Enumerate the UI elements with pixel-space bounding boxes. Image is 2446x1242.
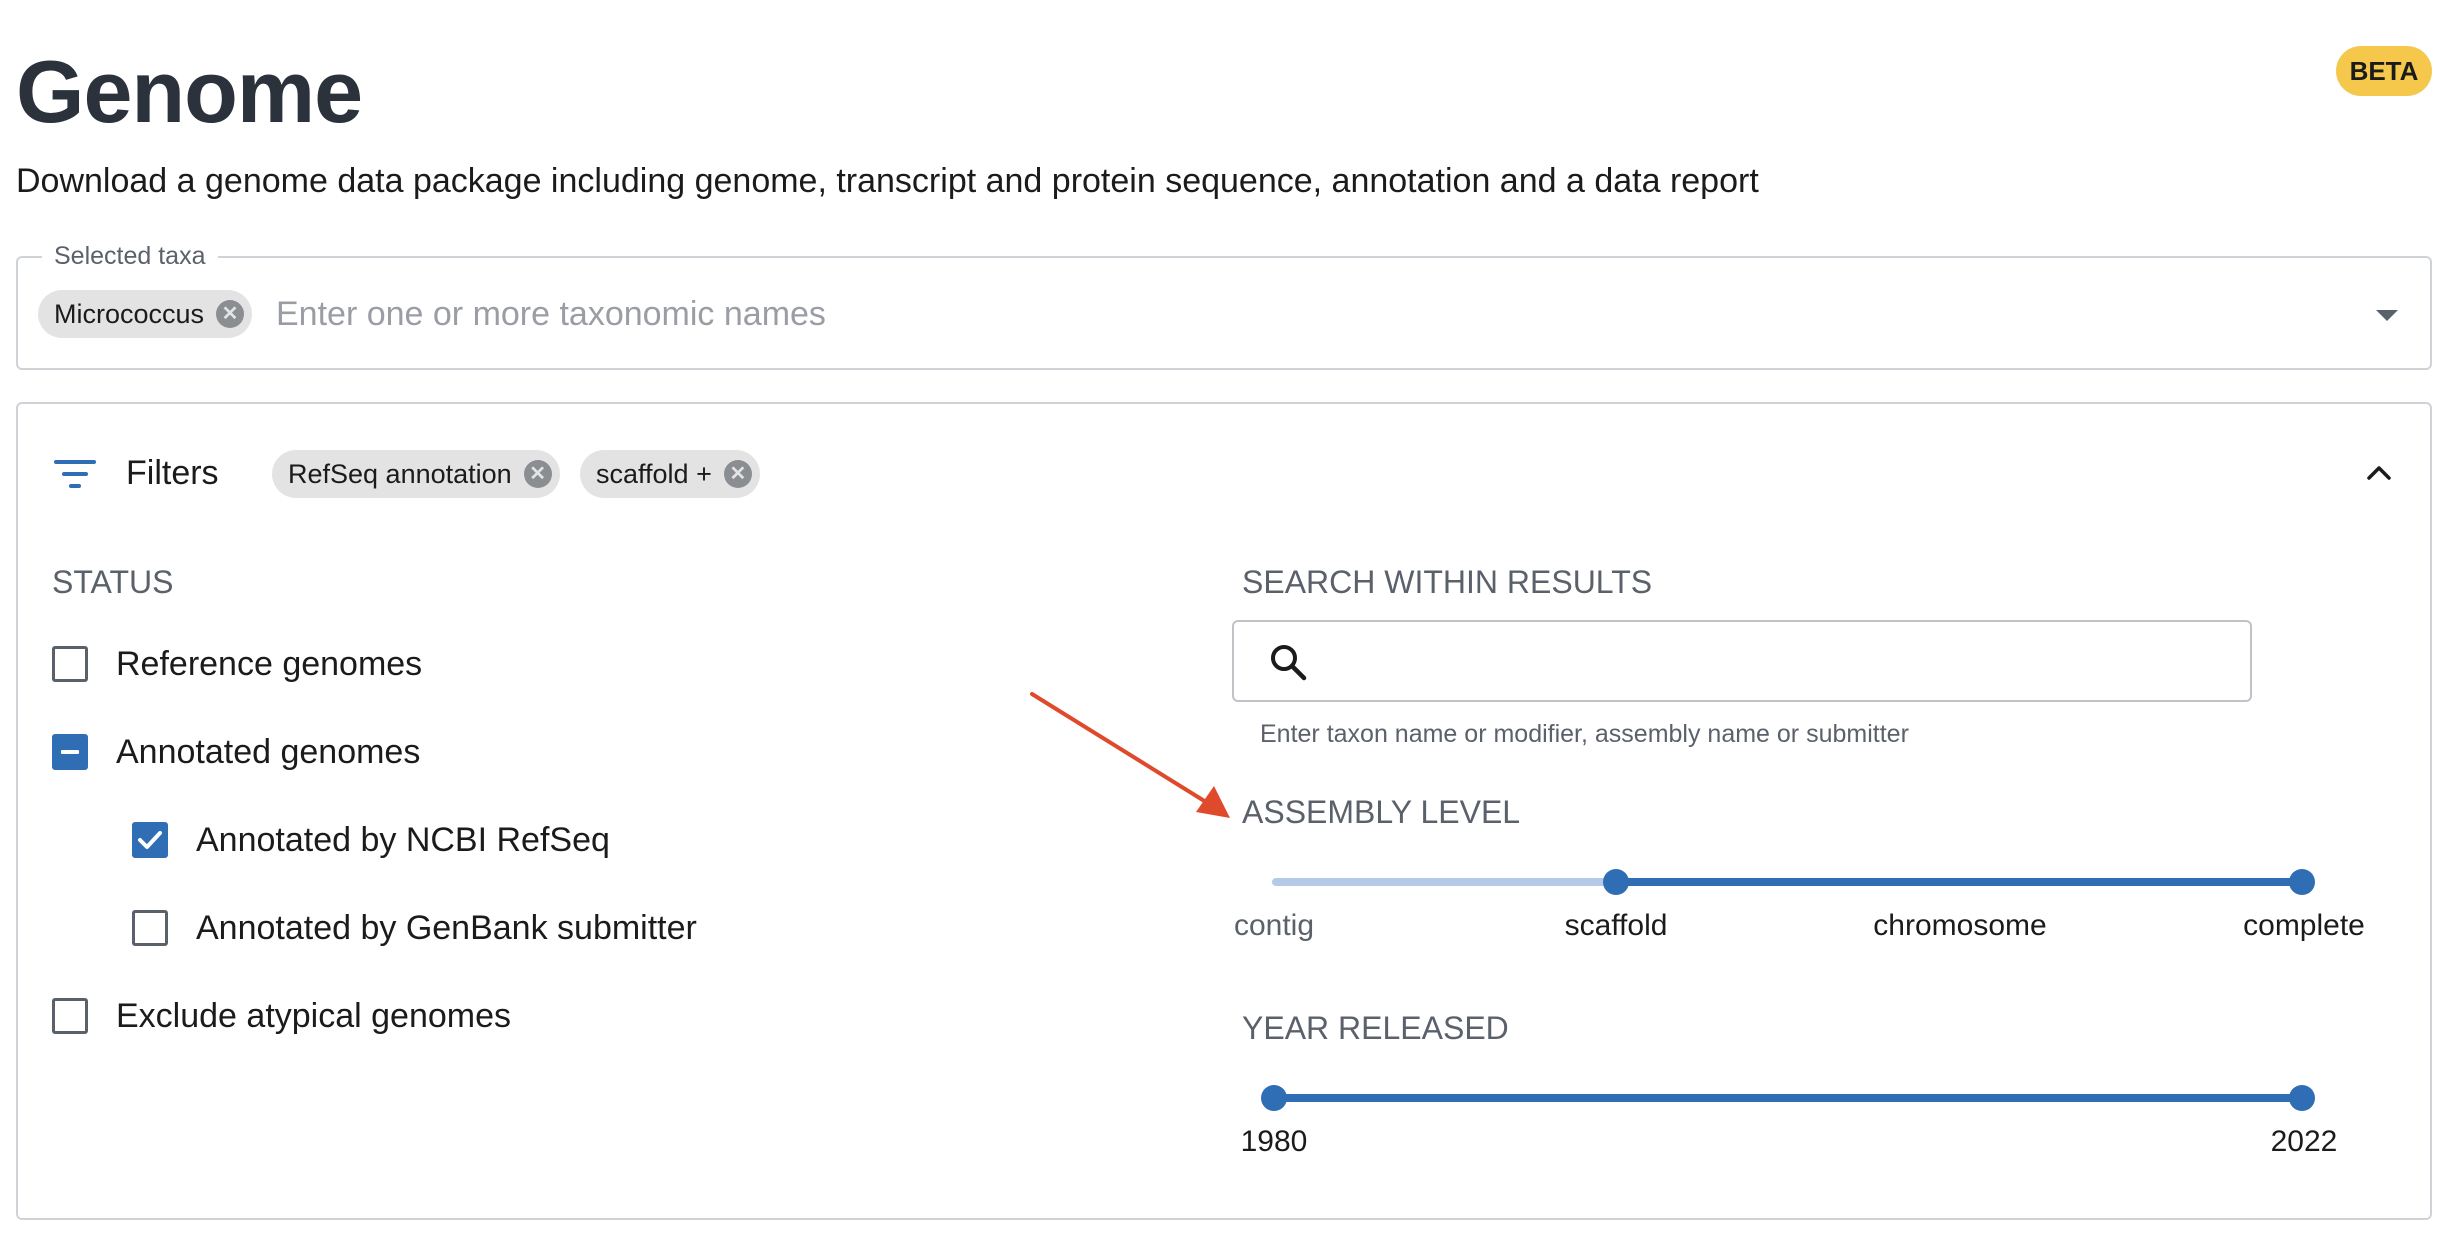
checkbox-annotated-by-ncbi-refseq[interactable]: Annotated by NCBI RefSeq [132,820,610,860]
chevron-up-icon[interactable] [2364,458,2394,488]
year-released-heading: YEAR RELEASED [1242,1010,1509,1046]
selected-taxa-field[interactable]: Selected taxa Micrococcus ✕ [16,240,2432,370]
assembly-level-tick-chromosome: chromosome [1873,909,2047,942]
checkbox-annotated-genomes[interactable]: Annotated genomes [52,732,420,772]
assembly-level-heading: ASSEMBLY LEVEL [1242,794,1521,830]
taxa-search-input[interactable] [276,292,2326,336]
chip-label: scaffold + [596,458,712,489]
dropdown-arrow-icon[interactable] [2376,310,2398,321]
year-released-min-label: 1980 [1240,1125,1308,1158]
taxa-chip-micrococcus: Micrococcus ✕ [38,290,253,338]
search-within-results-input[interactable] [1314,640,2224,684]
year-released-max-thumb[interactable] [2289,1085,2315,1111]
chip-remove-icon[interactable]: ✕ [723,460,752,488]
assembly-level-track-inactive[interactable] [1272,878,1616,886]
assembly-level-max-thumb[interactable] [2289,869,2315,895]
status-heading: STATUS [52,564,174,600]
checkbox-label: Exclude atypical genomes [116,997,512,1035]
checkbox-unchecked-icon[interactable] [52,646,88,682]
checkbox-unchecked-icon[interactable] [52,998,88,1034]
year-released-track[interactable] [1274,1094,2304,1102]
checkbox-label: Annotated by GenBank submitter [196,909,697,947]
chip-label: RefSeq annotation [288,458,512,489]
checkbox-exclude-atypical-genomes[interactable]: Exclude atypical genomes [52,996,511,1036]
year-released-max-label: 2022 [2270,1125,2338,1158]
checkbox-indeterminate-icon[interactable] [52,734,88,770]
checkbox-unchecked-icon[interactable] [132,910,168,946]
selected-taxa-legend: Selected taxa [42,240,218,272]
filters-label[interactable]: Filters [126,452,219,494]
checkbox-label: Reference genomes [116,645,423,683]
assembly-level-tick-complete: complete [2243,909,2365,942]
assembly-level-tick-scaffold: scaffold [1564,909,1668,942]
assembly-level-track-active[interactable] [1616,878,2302,886]
checkbox-label: Annotated genomes [116,733,421,771]
assembly-level-min-thumb[interactable] [1603,869,1629,895]
annotation-arrow-icon [1030,692,1230,818]
year-released-min-thumb[interactable] [1261,1085,1287,1111]
filter-chip-scaffold: scaffold + ✕ [580,450,760,498]
page-subtitle: Download a genome data package including… [16,162,1759,200]
beta-badge: BETA [2336,46,2432,96]
checkbox-annotated-by-genbank-submitter[interactable]: Annotated by GenBank submitter [132,908,697,948]
filter-chip-refseq-annotation: RefSeq annotation ✕ [272,450,560,498]
assembly-level-tick-contig: contig [1233,909,1315,942]
search-within-results-field[interactable] [1232,620,2252,702]
chip-label: Micrococcus [54,298,205,329]
checkbox-checked-icon[interactable] [132,822,168,858]
chip-remove-icon[interactable]: ✕ [216,300,245,328]
page-title: Genome [16,42,363,141]
chip-remove-icon[interactable]: ✕ [523,460,552,488]
search-within-results-heading: SEARCH WITHIN RESULTS [1242,564,1653,600]
filter-icon[interactable] [54,460,96,490]
search-hint-text: Enter taxon name or modifier, assembly n… [1260,720,1909,748]
checkbox-reference-genomes[interactable]: Reference genomes [52,644,422,684]
checkbox-label: Annotated by NCBI RefSeq [196,821,610,859]
search-icon [1271,645,1307,681]
